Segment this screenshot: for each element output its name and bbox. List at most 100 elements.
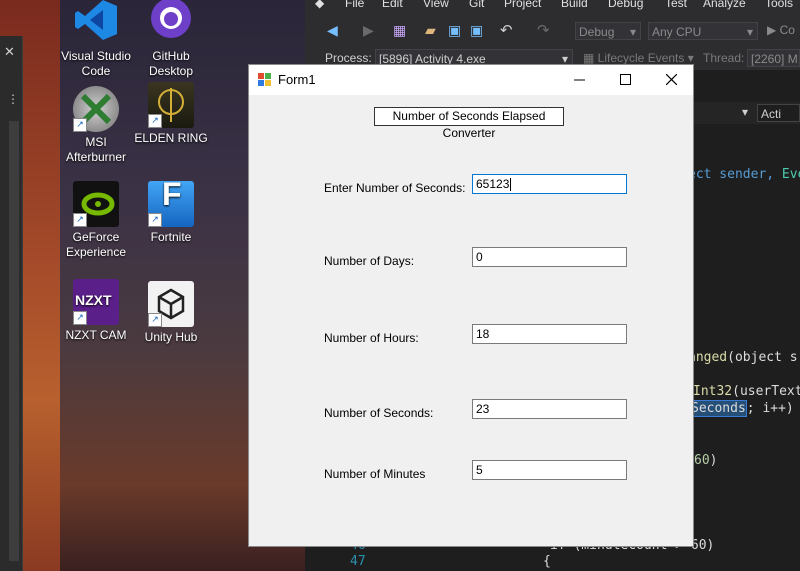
menu-edit[interactable]: Edit bbox=[382, 0, 403, 10]
menu-test[interactable]: Test bbox=[665, 0, 687, 10]
menu-project[interactable]: Project bbox=[504, 0, 541, 10]
seconds-input[interactable]: 65123 bbox=[472, 174, 627, 194]
platform-dropdown[interactable]: Any CPU ▾ bbox=[648, 22, 758, 40]
text-caret bbox=[510, 178, 512, 192]
code-line: Int32(userText bbox=[693, 384, 800, 399]
desktop-icon-github-desktop[interactable]: GitHub Desktop bbox=[131, 0, 211, 79]
seconds-input-value: 65123 bbox=[476, 177, 510, 191]
desktop-icon-msi-afterburner[interactable]: ↗ MSI Afterburner bbox=[56, 86, 136, 165]
minutes-label: Number of Minutes bbox=[324, 467, 426, 481]
vscode-icon bbox=[73, 0, 119, 46]
code-line: { bbox=[543, 554, 551, 569]
shortcut-arrow-icon: ↗ bbox=[73, 311, 87, 325]
shortcut-arrow-icon: ↗ bbox=[148, 114, 162, 128]
days-label: Number of Days: bbox=[324, 254, 415, 268]
seconds-label: Number of Seconds: bbox=[324, 406, 434, 420]
code-token: Int32 bbox=[693, 384, 733, 399]
open-folder-icon[interactable]: ▰ bbox=[425, 22, 436, 39]
thread-label: Thread: bbox=[703, 51, 745, 65]
lifecycle-events-button[interactable]: ▦ Lifecycle Events ▾ bbox=[583, 51, 694, 65]
minimize-icon bbox=[573, 79, 585, 81]
member-dropdown[interactable]: Acti bbox=[757, 104, 800, 122]
code-line: anged(object s bbox=[688, 350, 798, 365]
desktop-icon-geforce-experience[interactable]: ↗ GeForce Experience bbox=[56, 181, 136, 260]
code-token: (userText bbox=[732, 384, 800, 399]
menu-build[interactable]: Build bbox=[561, 0, 588, 10]
unity-hub-icon: ↗ bbox=[148, 281, 194, 327]
desktop-icon-nzxt-cam[interactable]: NZXT ↗ NZXT CAM bbox=[56, 279, 136, 343]
config-value: Debug bbox=[579, 25, 615, 39]
close-icon[interactable]: ✕ bbox=[4, 44, 15, 60]
desktop-icon-label: Fortnite bbox=[150, 230, 192, 244]
start-button[interactable]: ▶ Co bbox=[767, 23, 795, 37]
window-title: Form1 bbox=[278, 72, 316, 87]
nav-dropdown-chevron-icon[interactable]: ▾ bbox=[742, 105, 748, 119]
highlighted-symbol: Seconds bbox=[690, 400, 747, 417]
menu-git[interactable]: Git bbox=[469, 0, 484, 10]
code-token: (object s bbox=[727, 350, 798, 365]
desktop-icon-label: GeForce Experience bbox=[65, 230, 127, 259]
app-window-icon bbox=[258, 73, 271, 86]
menu-debug[interactable]: Debug bbox=[608, 0, 643, 10]
scrollbar[interactable] bbox=[9, 121, 19, 561]
shortcut-arrow-icon: ↗ bbox=[148, 313, 162, 327]
save-icon[interactable]: ▣ bbox=[448, 22, 461, 39]
code-line: ect sender, Eve bbox=[688, 167, 800, 182]
desktop-icon-vscode[interactable]: Visual Studio Code bbox=[56, 0, 136, 79]
form-title-bar[interactable]: Form1 bbox=[249, 65, 693, 95]
vs-toolbar: ◀ ▶ ▦ ▰ ▣ ▣ ↶ ↷ Debug ▾ Any CPU ▾ ▶ Co bbox=[305, 14, 800, 46]
desktop-icon-label: Visual Studio Code bbox=[61, 49, 131, 78]
minutes-output-field[interactable]: 5 bbox=[472, 460, 627, 480]
config-dropdown[interactable]: Debug ▾ bbox=[575, 22, 641, 40]
form1-window: Form1 Number of Seconds Elapsed Converte… bbox=[248, 64, 694, 547]
start-button-label: Co bbox=[779, 23, 795, 37]
menu-analyze[interactable]: Analyze bbox=[703, 0, 746, 10]
lifecycle-label: Lifecycle Events bbox=[597, 51, 685, 65]
days-output-field[interactable]: 0 bbox=[472, 247, 627, 267]
redo-icon[interactable]: ↷ bbox=[537, 21, 550, 39]
shortcut-arrow-icon: ↗ bbox=[148, 213, 162, 227]
menu-tools[interactable]: Tools bbox=[765, 0, 793, 10]
more-options-icon[interactable]: ⋮ bbox=[7, 92, 19, 106]
code-line: 60) bbox=[694, 453, 717, 468]
hours-output-field[interactable]: 18 bbox=[472, 324, 627, 344]
shortcut-arrow-icon: ↗ bbox=[73, 213, 87, 227]
desktop-icon-label: MSI Afterburner bbox=[65, 135, 127, 164]
thread-dropdown[interactable]: [2260] M bbox=[747, 49, 800, 67]
desktop-icon-fortnite[interactable]: F ↗ Fortnite bbox=[131, 178, 211, 245]
code-token: ; i++) bbox=[746, 401, 794, 416]
elden-ring-icon: ↗ bbox=[148, 82, 194, 128]
shortcut-arrow-icon: ↗ bbox=[73, 118, 87, 132]
desktop-icon-label: GitHub Desktop bbox=[148, 49, 194, 78]
undo-icon[interactable]: ↶ bbox=[500, 21, 513, 39]
desktop-icon-label: Unity Hub bbox=[144, 330, 198, 344]
forward-icon[interactable]: ▶ bbox=[363, 22, 374, 39]
back-icon[interactable]: ◀ bbox=[327, 22, 338, 39]
desktop-icon-label: NZXT CAM bbox=[65, 328, 127, 342]
new-item-icon[interactable]: ▦ bbox=[393, 22, 406, 39]
desktop-icon-elden-ring[interactable]: ↗ ELDEN RING bbox=[131, 82, 211, 146]
code-token: ect sender, bbox=[688, 167, 782, 182]
menu-file[interactable]: File bbox=[345, 0, 364, 10]
process-label: Process: bbox=[325, 51, 372, 65]
chevron-down-icon: ▾ bbox=[629, 25, 636, 39]
close-icon bbox=[665, 73, 677, 86]
seconds-output-field[interactable]: 23 bbox=[472, 399, 627, 419]
close-button[interactable] bbox=[648, 65, 694, 95]
code-token: 60 bbox=[694, 453, 710, 468]
geforce-experience-icon: ↗ bbox=[73, 181, 119, 227]
code-token: ) bbox=[709, 453, 718, 468]
menu-view[interactable]: View bbox=[423, 0, 449, 10]
chevron-down-icon: ▾ bbox=[746, 25, 753, 39]
save-all-icon[interactable]: ▣ bbox=[470, 22, 483, 39]
vs-menu-bar: ◆ File Edit View Git Project Build Debug… bbox=[305, 0, 800, 14]
msi-afterburner-icon: ↗ bbox=[73, 86, 119, 132]
member-dropdown-value: Acti bbox=[761, 107, 782, 121]
nzxt-cam-icon: NZXT ↗ bbox=[73, 279, 119, 325]
maximize-button[interactable] bbox=[602, 65, 648, 95]
minimize-button[interactable] bbox=[556, 65, 602, 95]
desktop-icon-unity-hub[interactable]: ↗ Unity Hub bbox=[131, 281, 211, 345]
background-window-left: ✕ ⋮ bbox=[0, 36, 23, 571]
hours-label: Number of Hours: bbox=[324, 331, 419, 345]
platform-value: Any CPU bbox=[652, 25, 702, 39]
